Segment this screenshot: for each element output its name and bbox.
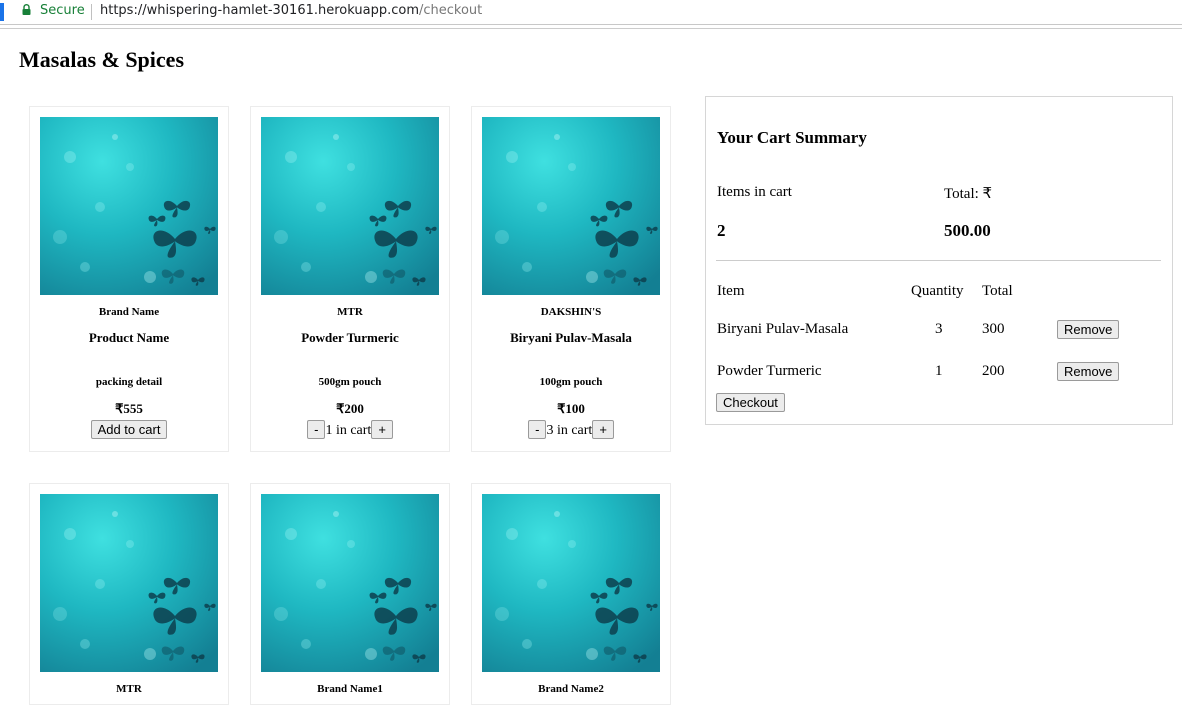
tab-edge xyxy=(0,3,4,21)
decrease-qty-button[interactable]: - xyxy=(528,420,547,439)
address-bar[interactable]: Secure https://whispering-hamlet-30161.h… xyxy=(0,0,1182,25)
product-price: ₹555 xyxy=(115,401,143,416)
cart-row-total: 200 xyxy=(982,363,1005,379)
product-price: ₹100 xyxy=(557,401,585,416)
qty-in-cart: 3 in cart xyxy=(546,422,593,438)
cart-row-quantity: 3 xyxy=(935,321,943,337)
product-brand: MTR xyxy=(116,683,142,695)
product-card: Brand Name1 xyxy=(250,483,450,705)
increase-qty-button[interactable]: + xyxy=(592,420,614,439)
product-card: Brand Name Product Name packing detail ₹… xyxy=(29,106,229,452)
product-actions: -3 in cart + xyxy=(472,420,670,439)
product-name: Powder Turmeric xyxy=(301,330,399,345)
product-brand: Brand Name xyxy=(98,306,160,318)
add-to-cart-button[interactable]: Add to cart xyxy=(90,420,168,439)
product-price: ₹200 xyxy=(336,401,364,416)
decrease-qty-button[interactable]: - xyxy=(307,420,326,439)
url-text[interactable]: https://whispering-hamlet-30161.herokuap… xyxy=(100,3,482,18)
url-path: /checkout xyxy=(418,3,483,18)
column-header-quantity: Quantity xyxy=(911,283,964,299)
product-actions: -1 in cart + xyxy=(251,420,449,439)
items-in-cart-label: Items in cart xyxy=(717,184,792,200)
product-image xyxy=(40,117,218,295)
product-packing: packing detail xyxy=(95,376,163,388)
product-card: MTR Powder Turmeric 500gm pouch ₹200 -1 … xyxy=(250,106,450,452)
items-in-cart-count: 2 xyxy=(717,221,726,240)
product-name: Biryani Pulav-Masala xyxy=(510,330,632,345)
qty-in-cart: 1 in cart xyxy=(325,422,372,438)
cart-row-total: 300 xyxy=(982,321,1005,337)
product-packing: 500gm pouch xyxy=(318,376,382,388)
secure-label: Secure xyxy=(40,3,85,18)
cart-row-item: Biryani Pulav-Masala xyxy=(717,321,849,337)
lock-icon xyxy=(22,4,31,15)
product-card: MTR xyxy=(29,483,229,705)
product-image xyxy=(482,117,660,295)
url-host: https://whispering-hamlet-30161.herokuap… xyxy=(100,3,419,18)
product-brand: Brand Name1 xyxy=(317,683,383,695)
product-image xyxy=(40,494,218,672)
column-header-total: Total xyxy=(982,283,1013,299)
cart-row-item: Powder Turmeric xyxy=(717,363,822,379)
page-title: Masalas & Spices xyxy=(19,47,184,72)
cart-summary-heading: Your Cart Summary xyxy=(717,128,867,147)
remove-button[interactable]: Remove xyxy=(1057,362,1120,381)
remove-button[interactable]: Remove xyxy=(1057,320,1120,339)
address-separator xyxy=(91,4,92,20)
product-image xyxy=(261,494,439,672)
cart-total-label: Total: ₹ xyxy=(944,186,993,202)
cart-summary: Your Cart Summary Items in cart Total: ₹… xyxy=(705,96,1173,425)
product-brand: MTR xyxy=(337,306,363,318)
cart-row-quantity: 1 xyxy=(935,363,943,379)
summary-divider xyxy=(716,260,1161,261)
product-brand: DAKSHIN'S xyxy=(540,306,602,318)
increase-qty-button[interactable]: + xyxy=(371,420,393,439)
toolbar-divider xyxy=(0,28,1182,29)
product-card: Brand Name2 xyxy=(471,483,671,705)
checkout-button[interactable]: Checkout xyxy=(716,393,785,412)
product-packing: 100gm pouch xyxy=(539,376,603,388)
product-card: DAKSHIN'S Biryani Pulav-Masala 100gm pou… xyxy=(471,106,671,452)
product-brand: Brand Name2 xyxy=(538,683,604,695)
product-name: Product Name xyxy=(88,330,170,345)
product-image xyxy=(261,117,439,295)
product-actions: Add to cart xyxy=(30,420,228,439)
product-image xyxy=(482,494,660,672)
cart-total-value: 500.00 xyxy=(944,221,991,240)
column-header-item: Item xyxy=(717,283,745,299)
